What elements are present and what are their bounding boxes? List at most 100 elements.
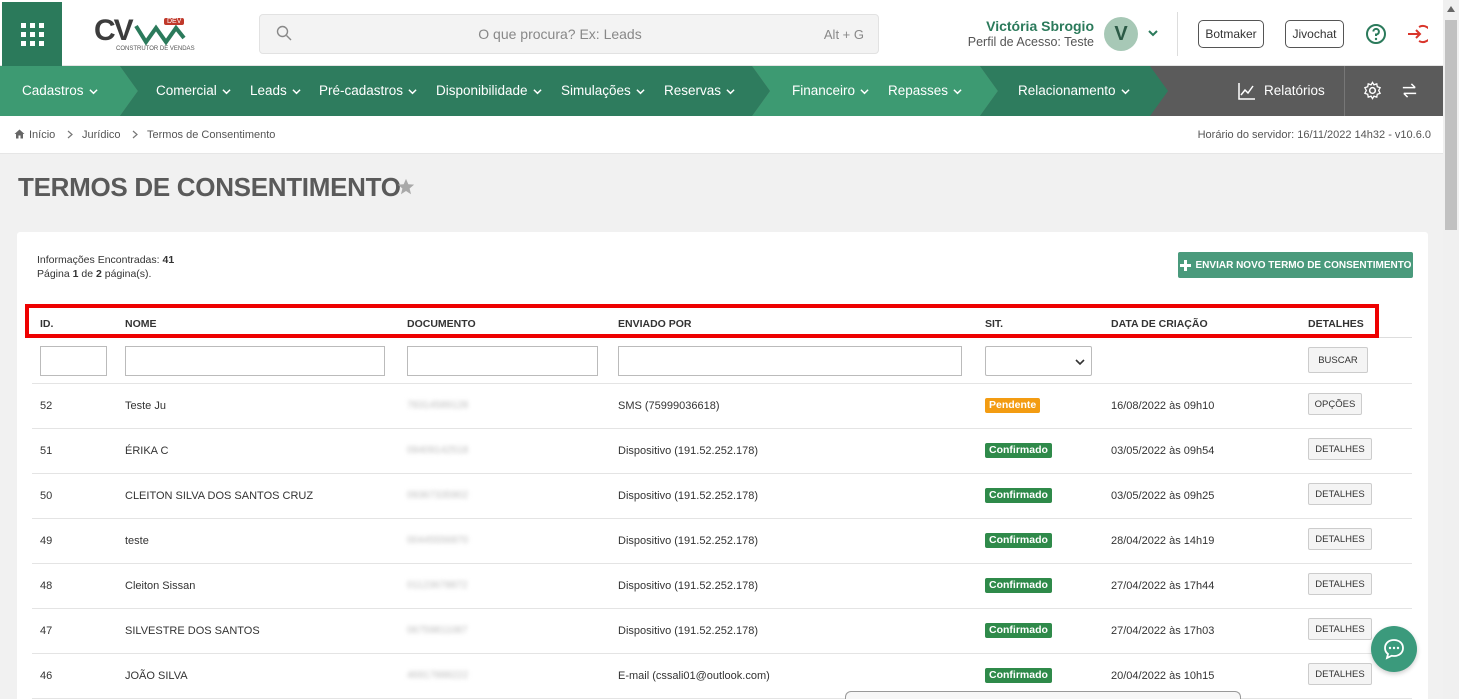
nav-cadastros[interactable]: Cadastros (22, 66, 98, 116)
filter-nome-input[interactable] (125, 346, 385, 376)
jivochat-button[interactable]: Jivochat (1285, 20, 1344, 48)
cell-nome: teste (125, 535, 149, 547)
col-situacao[interactable]: SIT. (985, 318, 1003, 330)
cell-documento: 00445556870 (407, 535, 469, 546)
gear-icon[interactable] (1363, 81, 1382, 100)
details-button[interactable]: DETALHES (1308, 483, 1372, 505)
table-row[interactable]: 47 SILVESTRE DOS SANTOS 06759811087 Disposi… (32, 609, 1412, 654)
table-row[interactable]: 50 CLEITON SILVA DOS SANTOS CRUZ 093673359… (32, 474, 1412, 519)
details-button[interactable]: DETALHES (1308, 528, 1372, 550)
user-name[interactable]: Victória Sbrogio (986, 18, 1094, 34)
col-data-criacao[interactable]: DATA DE CRIAÇÃO (1111, 318, 1208, 330)
table-row[interactable]: 51 ÉRIKA C 09409142518 Dispositivo (191.52.… (32, 429, 1412, 474)
breadcrumb-juridico[interactable]: Jurídico (82, 129, 121, 141)
chevron-down-icon (532, 89, 542, 95)
details-button[interactable]: DETALHES (1308, 618, 1372, 640)
apps-menu-button[interactable] (2, 2, 62, 66)
cell-enviado-por: E-mail (cssali01@outlook.com) (618, 670, 770, 682)
breadcrumb: Início Jurídico Termos de Consentimento … (0, 116, 1443, 154)
bottom-panel-tab[interactable] (845, 691, 1241, 699)
filter-row: BUSCAR (32, 338, 1412, 384)
details-button[interactable]: DETALHES (1308, 573, 1372, 595)
nav-financeiro[interactable]: Financeiro (792, 66, 869, 116)
cell-documento: 06759811087 (407, 625, 468, 636)
scroll-up-icon[interactable] (1447, 6, 1455, 12)
details-button[interactable]: DETALHES (1308, 438, 1372, 460)
search-button[interactable]: BUSCAR (1308, 347, 1368, 373)
chevron-down-icon (1120, 89, 1130, 95)
chevron-down-icon (953, 89, 962, 95)
cell-id: 46 (40, 670, 53, 682)
filter-documento-input[interactable] (407, 346, 598, 376)
nav-disponibilidade[interactable]: Disponibilidade (436, 66, 542, 116)
botmaker-button[interactable]: Botmaker (1198, 20, 1264, 48)
cell-id: 47 (40, 625, 53, 637)
add-consent-term-button[interactable]: ENVIAR NOVO TERMO DE CONSENTIMENTO (1178, 252, 1413, 278)
breadcrumb-home[interactable]: Início (29, 129, 55, 141)
avatar[interactable]: V (1104, 17, 1138, 51)
cell-nome: ÉRIKA C (125, 445, 169, 457)
logo-badge: DEV (164, 18, 185, 25)
filter-situacao-select[interactable] (985, 346, 1092, 376)
table-row[interactable]: 48 Cleiton Sissan 01123678872 Dispositivo (… (32, 564, 1412, 609)
help-icon[interactable] (1365, 23, 1387, 45)
nav-repasses[interactable]: Repasses (888, 66, 962, 116)
nav-relacionamento[interactable]: Relacionamento (1018, 66, 1130, 116)
chevron-down-icon (636, 89, 645, 95)
table-row[interactable]: 49 teste 00445556870 Dispositivo (191.52.25… (32, 519, 1412, 564)
chevron-down-icon (408, 89, 417, 95)
star-icon[interactable] (397, 178, 415, 196)
global-search[interactable]: Alt + G (259, 14, 879, 54)
plus-icon (1179, 259, 1191, 271)
divider (1177, 12, 1178, 56)
search-shortcut: Alt + G (823, 27, 864, 42)
cell-data-criacao: 27/04/2022 às 17h44 (1111, 580, 1215, 592)
breadcrumb-current: Termos de Consentimento (147, 129, 276, 141)
cell-nome: JOÃO SILVA (125, 670, 188, 682)
chevron-down-icon (292, 89, 301, 95)
logout-icon[interactable] (1406, 23, 1428, 45)
col-nome[interactable]: NOME (125, 318, 157, 330)
cell-documento: 46917888222 (407, 670, 469, 681)
options-button[interactable]: OPÇÕES (1308, 393, 1362, 415)
status-badge: Confirmado (985, 443, 1052, 458)
logo[interactable]: CV DEV CONSTRUTOR DE VENDAS (94, 14, 195, 54)
scroll-thumb[interactable] (1445, 20, 1457, 230)
col-enviado-por[interactable]: ENVIADO POR (618, 318, 692, 330)
swap-icon[interactable] (1400, 81, 1419, 100)
col-id[interactable]: ID. (40, 318, 53, 330)
details-button[interactable]: DETALHES (1308, 663, 1372, 685)
table-header: ID. NOME DOCUMENTO ENVIADO POR SIT. DATA… (32, 308, 1412, 338)
filter-enviado-input[interactable] (618, 346, 962, 376)
nav-pre-cadastros[interactable]: Pré-cadastros (319, 66, 417, 116)
info-found: Informações Encontradas: 41 (37, 254, 175, 266)
col-documento[interactable]: DOCUMENTO (407, 318, 476, 330)
home-icon[interactable] (14, 129, 25, 139)
nav-divider (1344, 66, 1345, 116)
cell-documento: 01123678872 (407, 580, 468, 591)
chevron-down-icon[interactable] (1146, 26, 1160, 40)
nav-reservas[interactable]: Reservas (664, 66, 735, 116)
table-row[interactable]: 52 Teste Ju 78314589128 SMS (75999036618) Pe… (32, 384, 1412, 429)
filter-id-input[interactable] (40, 346, 107, 376)
status-badge: Confirmado (985, 488, 1052, 503)
main-nav: Cadastros Comercial Leads Pré-cadastros … (0, 66, 1443, 116)
nav-leads[interactable]: Leads (250, 66, 301, 116)
cell-nome: SILVESTRE DOS SANTOS (125, 625, 260, 637)
scrollbar[interactable] (1443, 0, 1459, 699)
chevron-down-icon (860, 89, 869, 95)
cell-documento: 78314589128 (407, 400, 469, 411)
chat-button[interactable] (1371, 626, 1417, 672)
cell-nome: Teste Ju (125, 400, 166, 412)
nav-relatorios[interactable]: Relatórios (1264, 66, 1325, 116)
search-input[interactable] (320, 23, 800, 45)
cell-id: 52 (40, 400, 53, 412)
status-badge: Confirmado (985, 668, 1052, 683)
nav-comercial[interactable]: Comercial (156, 66, 231, 116)
cell-enviado-por: Dispositivo (191.52.252.178) (618, 490, 759, 502)
chevron-right-icon (67, 130, 73, 139)
nav-simulacoes[interactable]: Simulações (561, 66, 645, 116)
chevron-down-icon (726, 89, 735, 95)
chevron-down-icon (222, 89, 231, 95)
chart-line-icon[interactable] (1238, 82, 1256, 100)
